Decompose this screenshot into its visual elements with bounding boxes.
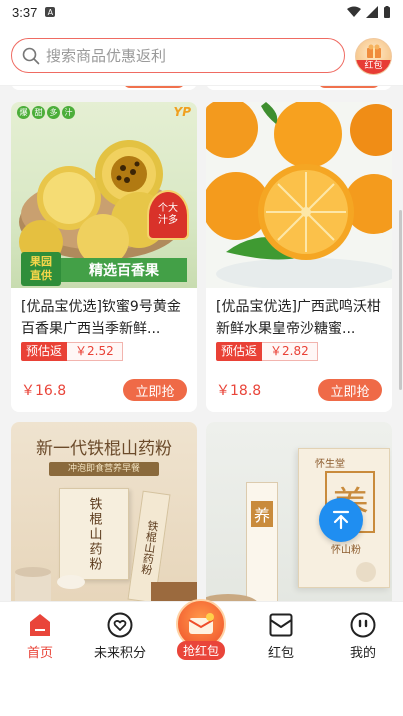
buy-now-button[interactable]: 立即抢 (123, 379, 187, 401)
rebate-value: ￥2.82 (262, 342, 318, 361)
brand-mark: YP (173, 105, 191, 119)
corner-tags: 爆 甜 多 汁 (17, 106, 75, 119)
nav-label: 我的 (349, 646, 376, 661)
price-row: ￥18.8 立即抢 (206, 379, 392, 401)
corner-tag: 爆 (17, 106, 30, 119)
redpacket-label: 红包 (356, 60, 391, 74)
scroll-to-top-button[interactable] (319, 498, 363, 542)
product-card[interactable]: [优品宝优选]广西武鸣沃柑新鲜水果皇帝沙糖蜜... 预估返 ￥2.82 ￥18.… (206, 102, 392, 412)
signal-icon (366, 6, 378, 18)
scroll-indicator[interactable] (399, 210, 402, 390)
wifi-icon (347, 6, 361, 17)
nav-grab-redpacket[interactable]: 抢红包 (172, 599, 230, 661)
search-icon (22, 47, 40, 64)
buy-now-button[interactable]: 立即抢 (318, 379, 382, 401)
nav-label: 抢红包 (176, 641, 225, 660)
ribbon-badge: 个大 汁多 (147, 190, 189, 240)
nav-points[interactable]: 未来积分 (90, 612, 150, 661)
rebate-row: 预估返 ￥2.52 (11, 342, 197, 361)
yam-cup-illustration (15, 567, 197, 601)
product-price: ￥16.8 (21, 383, 67, 399)
nav-label: 未来积分 (93, 646, 146, 661)
corner-tag: 多 (47, 106, 60, 119)
product-title[interactable]: [优品宝优选]广西武鸣沃柑新鲜水果皇帝沙糖蜜... (206, 288, 392, 340)
notification-icon: A (45, 7, 56, 17)
gift-icon (366, 44, 381, 58)
nav-label: 首页 (26, 646, 53, 661)
nav-mine[interactable]: 我的 (333, 612, 393, 661)
rebate-label: 预估返 (21, 342, 68, 361)
previous-buy-button-left[interactable] (123, 86, 185, 88)
corner-tag: 汁 (62, 106, 75, 119)
product-image-passion-fruit[interactable]: 爆 甜 多 汁 YP 个大 汁多 果园 直供 精选百香果 (11, 102, 197, 288)
status-icons (347, 5, 391, 19)
nav-redpacket[interactable]: 红包 (251, 612, 311, 661)
image-banner: 精选百香果 (61, 258, 187, 282)
product-price: ￥18.8 (216, 383, 262, 399)
mail-icon (269, 613, 293, 637)
nav-label: 红包 (267, 646, 294, 661)
ribbon-line: 个大 (158, 203, 178, 214)
battery-icon (384, 5, 390, 18)
oranges-illustration (206, 102, 392, 288)
ribbon-line: 汁多 (158, 215, 178, 226)
nav-home[interactable]: 首页 (10, 612, 70, 661)
rebate-value: ￥2.52 (67, 342, 123, 361)
green-tag-line: 直供 (30, 269, 52, 282)
status-bar: 3:37 A (0, 0, 403, 24)
header: 红包 (0, 24, 403, 86)
product-card[interactable]: 新一代铁棍山药粉 冲泡即食营养早餐 铁棍山药粉 铁棍山药粉 (11, 422, 197, 601)
yam-illustration (206, 562, 376, 601)
green-tag-line: 果园 (30, 255, 52, 268)
heart-circle-icon (107, 612, 133, 638)
envelope-icon (188, 613, 214, 634)
bottom-nav: 首页 未来积分 抢红包 红包 我的 (0, 599, 403, 716)
search-input[interactable] (46, 46, 316, 65)
status-time: 3:37 (12, 4, 38, 20)
product-title[interactable]: [优品宝优选]钦蜜9号黄金百香果广西当季新鲜... (11, 288, 197, 340)
profile-face-icon (350, 612, 376, 638)
previous-buy-button-right[interactable] (318, 86, 380, 88)
product-image-huai-powder[interactable]: 怀生堂 养 怀山粉 养 (206, 422, 392, 601)
redpacket-button[interactable]: 红包 (355, 38, 392, 75)
corner-tag: 甜 (32, 106, 45, 119)
home-icon (30, 614, 50, 636)
product-card[interactable]: 怀生堂 养 怀山粉 养 (206, 422, 392, 601)
price-row: ￥16.8 立即抢 (11, 379, 197, 401)
arrow-up-icon (332, 510, 350, 530)
product-card[interactable]: 爆 甜 多 汁 YP 个大 汁多 果园 直供 精选百香果 [优品宝优选]钦蜜9号… (11, 102, 197, 412)
rebate-row: 预估返 ￥2.82 (206, 342, 392, 361)
green-tag: 果园 直供 (21, 252, 61, 286)
rebate-label: 预估返 (216, 342, 263, 361)
product-image-yam-powder[interactable]: 新一代铁棍山药粉 冲泡即食营养早餐 铁棍山药粉 铁棍山药粉 (11, 422, 197, 601)
search-bar[interactable] (11, 38, 345, 73)
product-image-oranges[interactable] (206, 102, 392, 288)
